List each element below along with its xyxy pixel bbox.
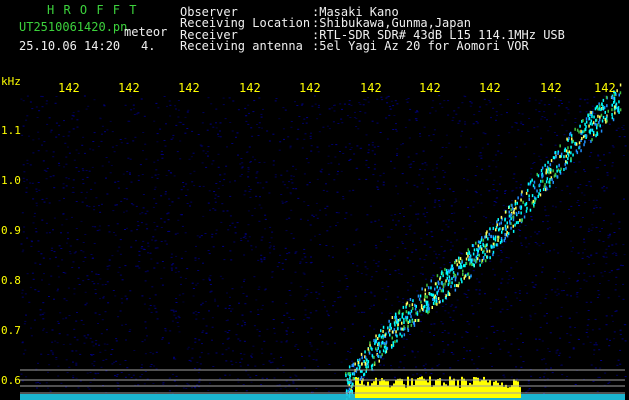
filename: UT2510061420.pn (19, 20, 128, 34)
spectrogram-plot (20, 83, 627, 400)
antenna-value: :5el Yagi Az 20 for Aomori VOR (312, 39, 529, 53)
antenna-label: Receiving antenna (180, 39, 303, 53)
x-tick-label: 142 (239, 81, 261, 95)
x-tick-label: 142 (299, 81, 321, 95)
y-tick-label: 1.0 (1, 174, 21, 187)
y-tick-label: 0.8 (1, 274, 21, 287)
x-tick-label: 142 (540, 81, 562, 95)
x-tick-label: 142 (419, 81, 441, 95)
datetime: 25.10.06 14:20 (19, 39, 121, 53)
x-tick-label: 142 (360, 81, 382, 95)
spectrogram-noise (20, 95, 627, 396)
y-tick-label: 0.9 (1, 224, 21, 237)
y-tick-label: 1.1 (1, 124, 21, 137)
meteor-trail (345, 83, 622, 400)
x-tick-label: 142 (479, 81, 501, 95)
station-code: H R O F F T (47, 3, 138, 17)
y-tick-label: 0.6 (1, 374, 21, 387)
count: 4. (141, 39, 156, 53)
x-tick-label: 142 (118, 81, 140, 95)
x-tick-label: 142 (58, 81, 80, 95)
y-unit-label: kHz (1, 75, 21, 88)
x-tick-label: 142 (178, 81, 200, 95)
mode-label: meteor (124, 25, 168, 39)
x-tick-label: 142 (594, 81, 616, 95)
y-tick-label: 0.7 (1, 324, 21, 337)
